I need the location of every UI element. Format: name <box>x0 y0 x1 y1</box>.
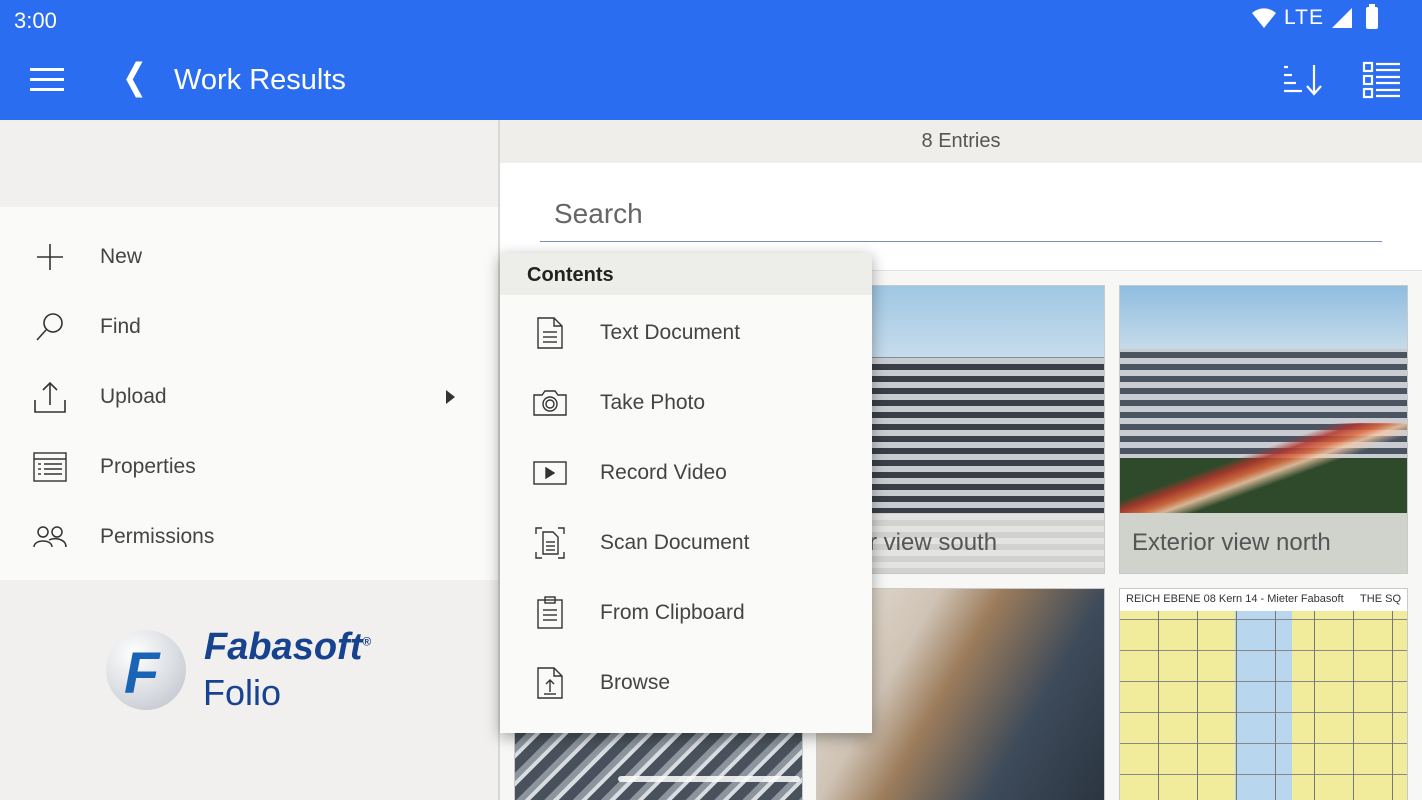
video-icon <box>532 455 568 491</box>
popup-item-take-photo[interactable]: Take Photo <box>500 368 872 438</box>
popup-item-label: Browse <box>600 671 671 694</box>
side-menu-item-upload[interactable]: Upload <box>0 362 498 432</box>
logo-brand-text: Fabasoft <box>204 626 363 668</box>
side-menu-item-new[interactable]: New <box>0 222 498 292</box>
sort-icon[interactable] <box>1282 63 1324 97</box>
grid-item[interactable]: REICH EBENE 08 Kern 14 - Mieter Fabasoft… <box>1119 588 1408 800</box>
wifi-icon <box>1252 8 1277 28</box>
popup-item-text-document[interactable]: Text Document <box>500 298 872 368</box>
app-bar: 3:00 LTE ❮ Work Results <box>0 0 1422 120</box>
text-document-icon <box>532 315 568 351</box>
popup-item-label: Record Video <box>600 461 727 484</box>
logo-registered-mark: ® <box>362 634 372 649</box>
floor-plan-title-right: THE SQ <box>1360 593 1401 605</box>
signal-icon <box>1332 8 1352 28</box>
popup-item-scan-document[interactable]: Scan Document <box>500 508 872 578</box>
road-lights <box>1120 423 1407 513</box>
side-menu-item-find[interactable]: Find <box>0 292 498 362</box>
popup-item-browse[interactable]: Browse <box>500 648 872 718</box>
popup-item-record-video[interactable]: Record Video <box>500 438 872 508</box>
hamburger-menu-icon[interactable] <box>30 68 64 92</box>
upload-icon <box>32 379 68 415</box>
list-view-icon[interactable] <box>1362 60 1402 100</box>
side-menu-label: Upload <box>100 385 167 408</box>
status-icons: LTE <box>1252 4 1378 30</box>
logo-product: Folio <box>203 672 282 713</box>
popup-item-label: From Clipboard <box>600 601 745 624</box>
properties-icon <box>32 449 68 485</box>
side-menu-header <box>0 120 498 207</box>
side-menu-label: New <box>100 245 143 268</box>
scan-document-icon <box>532 525 568 561</box>
contents-popup-menu: Contents Text Document Take Photo Record… <box>500 253 872 733</box>
submenu-arrow-icon <box>446 390 455 404</box>
floor-plan-title: REICH EBENE 08 Kern 14 - Mieter Fabasoft <box>1126 593 1344 605</box>
grid-item[interactable]: Exterior view north <box>1119 285 1408 574</box>
clipboard-icon <box>532 595 568 631</box>
side-menu-label: Permissions <box>100 525 215 548</box>
plus-icon <box>32 239 68 275</box>
logo-brand: Fabasoft® <box>204 626 371 669</box>
browse-file-icon <box>532 665 568 701</box>
battery-icon <box>1366 4 1378 29</box>
side-menu-label: Properties <box>100 455 196 478</box>
side-menu-label: Find <box>100 315 141 338</box>
status-time: 3:00 <box>14 8 57 33</box>
logo-letter: F <box>124 641 160 706</box>
search-input[interactable] <box>540 187 1382 242</box>
floor-plan-header: REICH EBENE 08 Kern 14 - Mieter Fabasoft… <box>1120 589 1407 611</box>
popup-title: Contents <box>500 253 872 295</box>
users-icon <box>32 519 68 555</box>
side-menu: New Find Upload Properties Permissions <box>0 207 498 580</box>
popup-item-from-clipboard[interactable]: From Clipboard <box>500 578 872 648</box>
home-indicator[interactable] <box>618 776 800 782</box>
side-menu-item-permissions[interactable]: Permissions <box>0 502 498 572</box>
popup-item-label: Take Photo <box>600 391 706 414</box>
search-icon <box>32 309 68 345</box>
side-menu-item-properties[interactable]: Properties <box>0 432 498 502</box>
network-type: LTE <box>1284 6 1324 29</box>
grid-item-caption: Exterior view north <box>1120 513 1407 573</box>
popup-item-label: Scan Document <box>600 531 750 554</box>
entries-count: 8 Entries <box>500 120 1422 163</box>
popup-item-label: Text Document <box>600 321 741 344</box>
back-chevron-icon[interactable]: ❮ <box>122 57 147 99</box>
page-title: Work Results <box>174 64 346 96</box>
camera-icon <box>532 385 568 421</box>
